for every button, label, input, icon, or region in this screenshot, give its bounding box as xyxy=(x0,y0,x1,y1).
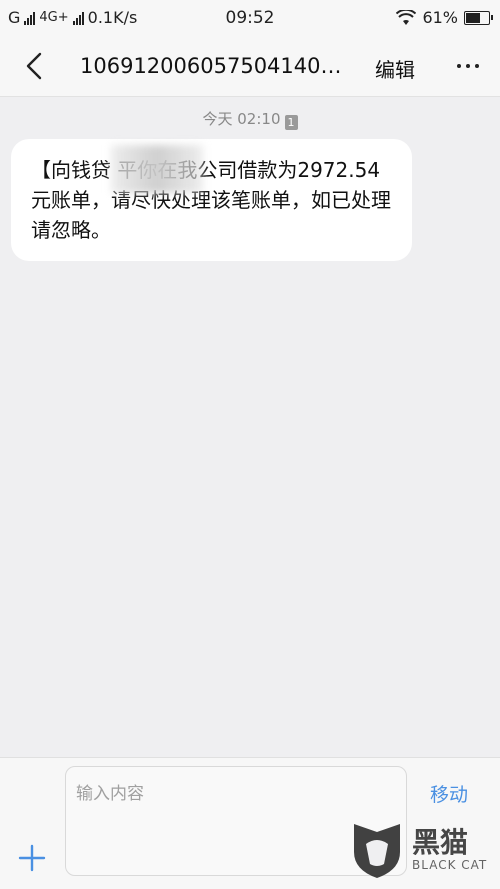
more-dot-icon xyxy=(466,64,470,68)
conversation-header: 106912006057504140… 编辑 xyxy=(0,36,500,97)
battery-icon xyxy=(464,10,493,25)
plus-icon xyxy=(18,844,46,872)
message-timestamp: 今天 02:10 1 xyxy=(0,108,500,130)
watermark-en: BLACK CAT xyxy=(412,858,488,872)
more-dot-icon xyxy=(475,64,479,68)
status-bar: G 4G+ 0.1K/s 09:52 61% xyxy=(0,0,500,36)
wifi-icon xyxy=(396,9,417,25)
watermark-text-block: 黑猫 BLACK CAT xyxy=(412,826,488,873)
message-bubble[interactable]: 【向钱贷 平你在我公司借款为2972.54元账单，请尽快处理该笔账单，如已处理请… xyxy=(11,139,412,261)
blackcat-watermark: 黑猫 BLACK CAT xyxy=(348,820,487,880)
battery-percent: 61% xyxy=(422,8,458,27)
move-button[interactable]: 移动 xyxy=(430,780,468,807)
edit-button[interactable]: 编辑 xyxy=(375,54,415,83)
message-text: 【向钱贷 平你在我公司借款为2972.54元账单，请尽快处理该笔账单，如已处理请… xyxy=(31,158,391,242)
add-button[interactable] xyxy=(14,840,50,876)
sim-badge: 1 xyxy=(284,115,298,130)
status-right: 61% xyxy=(396,8,493,27)
timestamp-text: 今天 02:10 xyxy=(202,110,281,128)
back-button[interactable] xyxy=(14,46,54,86)
watermark-cn: 黑猫 xyxy=(412,826,469,859)
more-dot-icon xyxy=(457,64,461,68)
conversation-title: 106912006057504140… xyxy=(80,54,342,78)
cat-shield-icon xyxy=(354,824,400,878)
chevron-left-icon xyxy=(26,52,42,80)
redaction-blur xyxy=(111,145,203,193)
more-button[interactable] xyxy=(448,52,488,80)
